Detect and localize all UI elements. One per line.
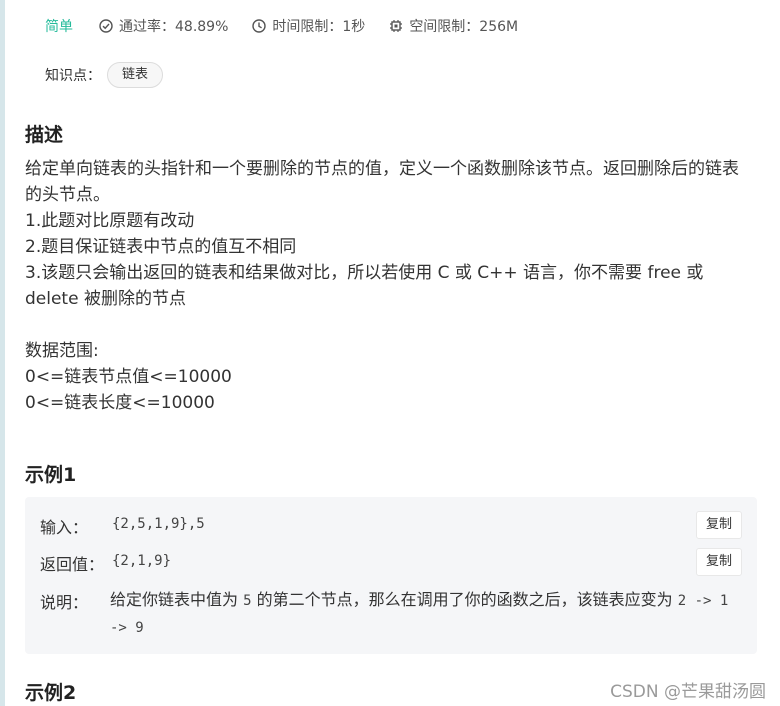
knowledge-tags-row: 知识点： 链表 bbox=[45, 62, 164, 88]
description-line: 给定单向链表的头指针和一个要删除的节点的值，定义一个函数删除该节点。返回删除后的… bbox=[25, 159, 739, 205]
space-limit: 空间限制：256M bbox=[389, 16, 518, 36]
explain-text-part: 给定你链表中值为 bbox=[110, 590, 244, 609]
time-limit: 时间限制：1秒 bbox=[252, 16, 365, 36]
description-title: 描述 bbox=[25, 124, 64, 146]
csdn-watermark: CSDN @芒果甜汤圆 bbox=[610, 682, 766, 702]
explain-text: 给定你链表中值为 5 的第二个节点，那么在调用了你的函数之后，该链表应变为 2 … bbox=[110, 587, 735, 641]
input-value: {2,5,1,9},5 bbox=[112, 516, 205, 532]
description-body: 给定单向链表的头指针和一个要删除的节点的值，定义一个函数删除该节点。返回删除后的… bbox=[25, 156, 755, 416]
output-value: {2,1,9} bbox=[112, 553, 172, 569]
difficulty-badge: 简单 bbox=[45, 19, 73, 35]
example2-title: 示例2 bbox=[25, 682, 77, 704]
tags-label: 知识点： bbox=[45, 68, 101, 84]
description-line: 3.该题只会输出返回的链表和结果做对比，所以若使用 C 或 C++ 语言，你不需… bbox=[25, 263, 704, 309]
description-line: 0<=链表长度<=10000 bbox=[25, 393, 215, 413]
explain-code-value: 5 bbox=[243, 593, 252, 609]
pass-rate-text: 通过率：48.89% bbox=[119, 19, 229, 35]
clock-icon bbox=[252, 19, 267, 33]
copy-output-button[interactable]: 复制 bbox=[696, 548, 742, 576]
output-label: 返回值： bbox=[40, 555, 105, 574]
input-label: 输入： bbox=[40, 518, 89, 537]
check-circle-icon bbox=[99, 19, 113, 33]
left-edge-strip bbox=[0, 0, 5, 706]
description-line: 0<=链表节点值<=10000 bbox=[25, 367, 232, 387]
description-line: 2.题目保证链表中节点的值互不相同 bbox=[25, 237, 297, 257]
description-line: 1.此题对比原题有改动 bbox=[25, 211, 195, 231]
pass-rate: 通过率：48.89% bbox=[99, 16, 228, 36]
explain-label: 说明： bbox=[40, 593, 89, 612]
example1-title: 示例1 bbox=[25, 464, 77, 486]
chip-icon bbox=[390, 20, 403, 32]
description-line: 数据范围: bbox=[25, 341, 99, 361]
copy-input-button[interactable]: 复制 bbox=[696, 511, 742, 539]
tag-linked-list[interactable]: 链表 bbox=[107, 62, 164, 88]
problem-meta-row: 简单 通过率：48.89% 时间限制：1秒 空间限制：256M bbox=[45, 15, 542, 37]
example1-box: 输入： {2,5,1,9},5 复制 返回值： {2,1,9} 复制 说明： 给… bbox=[25, 497, 757, 654]
time-limit-text: 时间限制：1秒 bbox=[272, 19, 366, 35]
space-limit-text: 空间限制：256M bbox=[409, 19, 519, 35]
explain-text-part: 的第二个节点，那么在调用了你的函数之后，该链表应变为 bbox=[251, 590, 678, 609]
